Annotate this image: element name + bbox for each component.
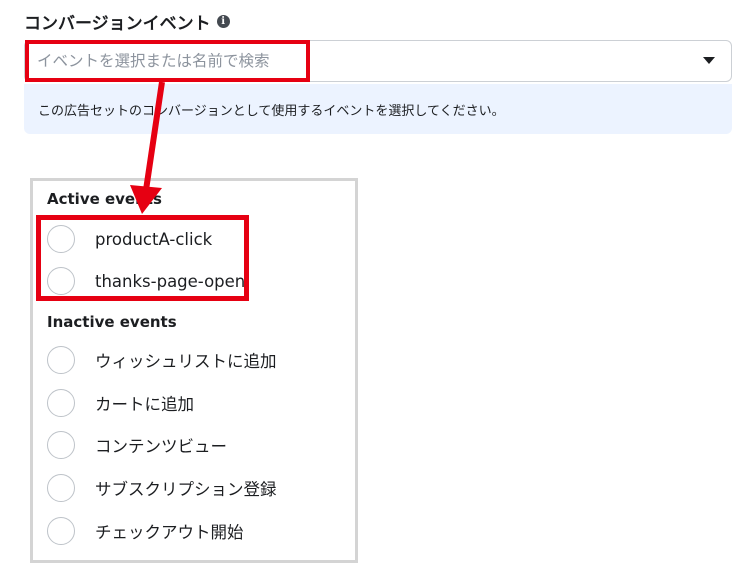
event-option-content-view[interactable]: コンテンツビュー (47, 429, 227, 461)
section-title: コンバージョンイベント (24, 13, 211, 34)
event-option-label: コンテンツビュー (95, 437, 227, 456)
radio-button[interactable] (47, 389, 75, 417)
annotation-highlight-active-events (36, 215, 249, 301)
event-option-initiate-checkout[interactable]: チェックアウト開始 (47, 515, 244, 547)
help-text: この広告セットのコンバージョンとして使用するイベントを選択してください。 (38, 103, 505, 119)
annotation-highlight-search (25, 40, 310, 82)
info-icon[interactable]: i (216, 14, 230, 28)
radio-button[interactable] (47, 474, 75, 502)
radio-button[interactable] (47, 346, 75, 374)
help-text-box: この広告セットのコンバージョンとして使用するイベントを選択してください。 (24, 84, 732, 134)
radio-button[interactable] (47, 431, 75, 459)
active-events-header: Active events (47, 190, 162, 208)
event-option-add-to-wishlist[interactable]: ウィッシュリストに追加 (47, 344, 277, 376)
event-option-label: サブスクリプション登録 (95, 480, 277, 499)
event-option-add-to-cart[interactable]: カートに追加 (47, 387, 194, 419)
caret-down-icon[interactable] (703, 57, 715, 64)
radio-button[interactable] (47, 517, 75, 545)
event-option-label: チェックアウト開始 (95, 523, 244, 542)
section-title-row: コンバージョンイベント i (24, 8, 230, 34)
event-option-subscribe[interactable]: サブスクリプション登録 (47, 472, 277, 504)
inactive-events-header: Inactive events (47, 313, 177, 331)
event-option-label: カートに追加 (95, 395, 194, 414)
event-option-label: ウィッシュリストに追加 (95, 352, 277, 371)
